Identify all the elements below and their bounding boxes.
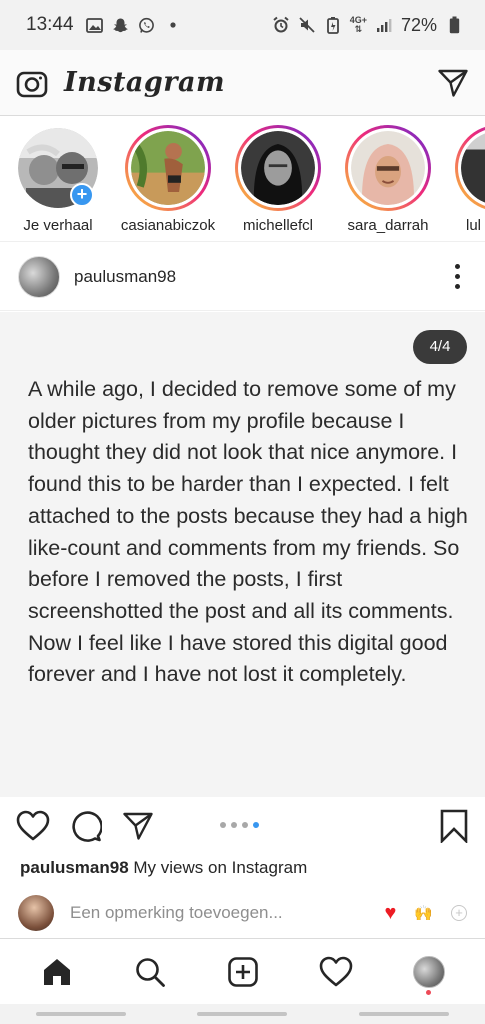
add-emoji-icon[interactable]: +: [451, 905, 467, 921]
top-app-bar: Instagram: [0, 50, 485, 116]
story-label: Je verhaal: [23, 217, 93, 234]
direct-messages-icon[interactable]: [437, 68, 469, 98]
battery-percent: 72%: [400, 14, 437, 35]
notification-dot-icon: [164, 16, 182, 34]
nav-profile[interactable]: [404, 947, 454, 997]
home-icon: [43, 958, 70, 985]
system-nav-handle[interactable]: [197, 1012, 288, 1016]
system-nav-handle[interactable]: [35, 1012, 126, 1016]
mute-icon: [298, 16, 316, 34]
quick-reactions: ♥ 🙌 +: [384, 902, 467, 925]
carousel-counter-badge: 4/4: [413, 330, 467, 364]
status-bar: 13:44 4G+ ⇅ 72%: [0, 0, 485, 50]
story-avatar-image: [131, 131, 205, 205]
carousel-indicator: [220, 822, 259, 828]
status-notification-icons: [86, 16, 182, 34]
snapchat-icon: [112, 16, 130, 34]
story-label: casianabiczok: [120, 217, 216, 234]
story-item[interactable]: michellefcl: [230, 125, 326, 234]
raised-hands-emoji-icon[interactable]: 🙌: [414, 904, 433, 922]
options-dot: [454, 284, 460, 289]
camera-icon[interactable]: [16, 68, 48, 98]
story-ring: [455, 125, 485, 211]
post-text-content: A while ago, I decided to remove some of…: [28, 377, 468, 687]
post-media[interactable]: 4/4 A while ago, I decided to remove som…: [0, 312, 485, 797]
story-ring: [345, 125, 431, 211]
story-item[interactable]: casianabiczok: [120, 125, 216, 234]
add-comment-row: Een opmerking toevoegen... ♥ 🙌 +: [0, 893, 485, 933]
share-icon[interactable]: [122, 811, 154, 841]
story-item[interactable]: lul: [450, 125, 485, 234]
carousel-dot: [220, 822, 226, 828]
nav-new-post[interactable]: [218, 947, 268, 997]
current-user-avatar: [18, 895, 54, 931]
post-caption: paulusman98 My views on Instagram: [20, 858, 307, 878]
options-dot: [454, 264, 460, 269]
story-ring: [125, 125, 211, 211]
story-avatar-frame: [458, 128, 485, 208]
post-author-avatar[interactable]: [18, 255, 60, 298]
options-dot: [454, 274, 460, 279]
post-action-bar: [0, 798, 485, 854]
story-avatar-frame: [238, 128, 318, 208]
profile-avatar: [412, 955, 445, 988]
carousel-dot: [231, 822, 237, 828]
system-navigation-bar: [0, 1004, 485, 1024]
carousel-dot: [242, 822, 248, 828]
like-heart-icon[interactable]: [16, 810, 50, 842]
carousel-dot-active: [253, 822, 259, 828]
bottom-navigation: [0, 938, 485, 1004]
nav-home[interactable]: [32, 947, 82, 997]
network-type-icon: 4G+ ⇅: [350, 16, 367, 34]
profile-notification-dot: [425, 989, 431, 995]
post-options-icon[interactable]: [447, 264, 467, 289]
signal-icon: [375, 16, 393, 34]
story-label: michellefcl: [242, 217, 314, 234]
battery-icon: [445, 16, 463, 34]
status-time: 13:44: [26, 14, 74, 35]
nav-search[interactable]: [125, 947, 175, 997]
save-bookmark-icon[interactable]: [439, 809, 469, 843]
stories-tray: + Je verhaal casianabiczok michellefcl s…: [0, 117, 485, 242]
story-item[interactable]: sara_darrah: [340, 125, 436, 234]
story-ring: [235, 125, 321, 211]
search-icon: [135, 957, 165, 987]
app-logo: Instagram: [64, 67, 226, 98]
story-avatar-image: [461, 131, 485, 205]
data-arrows: ⇅: [354, 24, 363, 34]
whatsapp-icon: [138, 16, 156, 34]
caption-text: My views on Instagram: [133, 858, 308, 877]
battery-saver-icon: [324, 16, 342, 34]
status-system-icons: 4G+ ⇅ 72%: [272, 15, 463, 36]
story-own[interactable]: + Je verhaal: [10, 125, 106, 234]
story-label: sara_darrah: [347, 217, 429, 234]
gallery-icon: [86, 16, 104, 34]
add-post-icon: [227, 956, 258, 987]
story-avatar-image: [351, 131, 425, 205]
caption-username[interactable]: paulusman98: [20, 858, 129, 877]
alarm-icon: [272, 16, 290, 34]
story-avatar-frame: [348, 128, 428, 208]
nav-activity[interactable]: [311, 947, 361, 997]
story-avatar-frame: [128, 128, 208, 208]
post-author-username[interactable]: paulusman98: [74, 267, 176, 287]
story-avatar-image: [241, 131, 315, 205]
activity-heart-icon: [319, 956, 352, 986]
story-label: lul: [466, 217, 482, 234]
add-comment-input[interactable]: Een opmerking toevoegen...: [70, 903, 283, 923]
comment-icon[interactable]: [70, 810, 102, 842]
post-header: paulusman98: [0, 243, 485, 311]
system-nav-handle[interactable]: [359, 1012, 450, 1016]
add-story-icon[interactable]: +: [70, 183, 94, 207]
heart-emoji-icon[interactable]: ♥: [384, 902, 396, 925]
